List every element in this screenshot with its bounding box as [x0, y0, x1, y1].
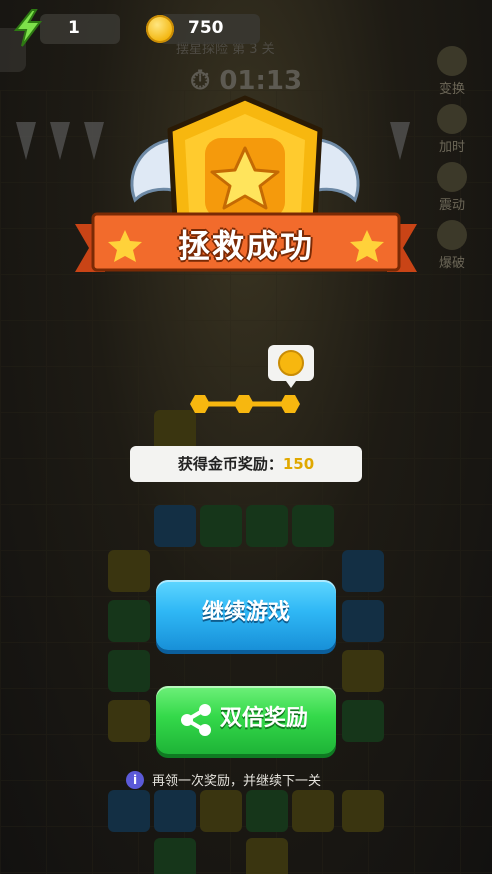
- tile: [200, 505, 242, 547]
- tile: [154, 790, 196, 832]
- reward-value: 150: [282, 455, 315, 473]
- tile: [342, 700, 384, 742]
- reward-label: 获得金币奖励：: [177, 455, 283, 473]
- continue-button[interactable]: 继续游戏: [156, 580, 336, 650]
- side-tool-shake: 震动: [432, 162, 472, 213]
- tile: [292, 505, 334, 547]
- coin-icon: [146, 15, 174, 43]
- tile: [200, 790, 242, 832]
- tip-row: i 再领一次奖励，并继续下一关: [126, 770, 321, 790]
- continue-button-label: 继续游戏: [201, 600, 290, 625]
- tile: [108, 700, 150, 742]
- spike-icon: [84, 122, 104, 160]
- double-reward-button-label: 双倍奖励: [220, 706, 309, 731]
- reward-coin-bubble: [268, 345, 314, 388]
- tile: [292, 790, 334, 832]
- hud-bar: 1 750: [0, 0, 492, 56]
- lightning-icon: [437, 162, 467, 192]
- lightning-icon: [13, 9, 42, 47]
- dialog-title: 拯救成功: [177, 227, 314, 265]
- tile: [342, 790, 384, 832]
- tile: [342, 550, 384, 592]
- tile: [108, 650, 150, 692]
- tile: [154, 838, 196, 874]
- tile: [342, 650, 384, 692]
- tile: [246, 838, 288, 874]
- double-reward-button[interactable]: 双倍奖励: [156, 686, 336, 754]
- share-icon: [181, 704, 211, 736]
- tile: [154, 505, 196, 547]
- tip-text: 再领一次奖励，并继续下一关: [152, 774, 322, 789]
- coin-icon: [278, 350, 304, 376]
- info-icon: i: [126, 770, 144, 789]
- energy-value: 1: [68, 18, 80, 38]
- tile: [108, 600, 150, 642]
- side-tool-bomb: 爆破: [432, 220, 472, 271]
- spike-icon: [16, 122, 36, 160]
- energy-pill: [40, 14, 120, 44]
- tile: [108, 790, 150, 832]
- tile: [108, 550, 150, 592]
- tile: [246, 505, 288, 547]
- bomb-icon: [437, 220, 467, 250]
- side-tool-addtime: 加时: [432, 104, 472, 155]
- clock-icon: [437, 104, 467, 134]
- spike-icon: [390, 122, 410, 160]
- spike-icon: [50, 122, 70, 160]
- tile: [246, 790, 288, 832]
- reward-summary: 获得金币奖励：150: [130, 446, 362, 482]
- tile: [342, 600, 384, 642]
- coin-value: 750: [188, 18, 224, 38]
- reward-progress: [190, 395, 300, 413]
